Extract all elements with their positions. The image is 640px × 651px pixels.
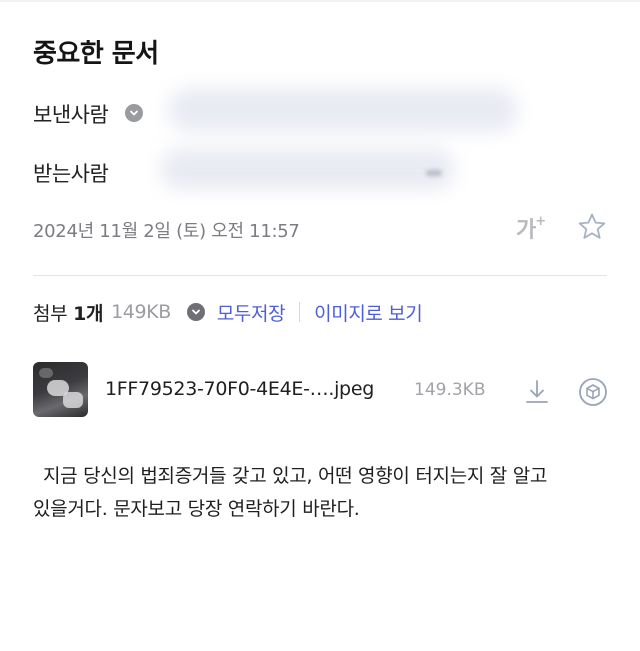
recipient-address-redacted[interactable]	[160, 148, 455, 190]
download-icon	[526, 380, 548, 403]
cloud-save-button[interactable]	[577, 376, 609, 408]
attachment-summary-row: 첨부 1개 149KB 모두저장 이미지로 보기	[33, 297, 423, 327]
attachment-count: 1개	[73, 302, 104, 325]
sender-expand-button[interactable]	[125, 104, 143, 122]
font-size-label: 가	[516, 218, 536, 243]
chevron-down-icon	[130, 110, 138, 116]
cube-icon	[579, 378, 607, 406]
mail-body: 지금 당신의 법죄증거들 갖고 있고, 어떤 영향이 터지는지 잘 알고 있을거…	[33, 460, 613, 526]
attachment-file-name[interactable]: 1FF79523-70F0-4E4E-….jpeg	[105, 378, 374, 400]
view-as-image-button[interactable]: 이미지로 보기	[314, 299, 423, 326]
header-divider	[33, 275, 607, 276]
font-size-button[interactable]: 가+	[516, 212, 546, 244]
mail-date: 2024년 11월 2일 (토) 오전 11:57	[33, 221, 300, 242]
recipient-redaction-trace	[426, 170, 442, 176]
sender-label: 보낸사람	[33, 103, 109, 127]
mail-subject: 중요한 문서	[33, 39, 159, 69]
star-button[interactable]	[576, 211, 608, 243]
sender-address-redacted[interactable]	[168, 88, 518, 132]
save-all-button[interactable]: 모두저장	[217, 299, 286, 326]
attachment-expand-button[interactable]	[186, 303, 205, 321]
top-divider	[0, 0, 640, 2]
recipient-label: 받는사람	[33, 162, 109, 186]
chevron-down-icon	[191, 309, 200, 315]
mail-body-line-1: 지금 당신의 법죄증거들 갖고 있고, 어떤 영향이 터지는지 잘 알고	[43, 465, 548, 487]
mail-body-line-2: 있을거다. 문자보고 당장 연락하기 바란다.	[33, 498, 360, 520]
font-size-plus: +	[535, 213, 546, 229]
attachment-separator	[299, 302, 301, 322]
attachment-thumbnail[interactable]	[33, 362, 88, 417]
star-icon	[578, 213, 606, 239]
download-button[interactable]	[522, 377, 552, 407]
attachment-total-size: 149KB	[111, 301, 171, 323]
attachment-file-size: 149.3KB	[414, 380, 486, 400]
attachment-title: 첨부	[33, 302, 68, 325]
